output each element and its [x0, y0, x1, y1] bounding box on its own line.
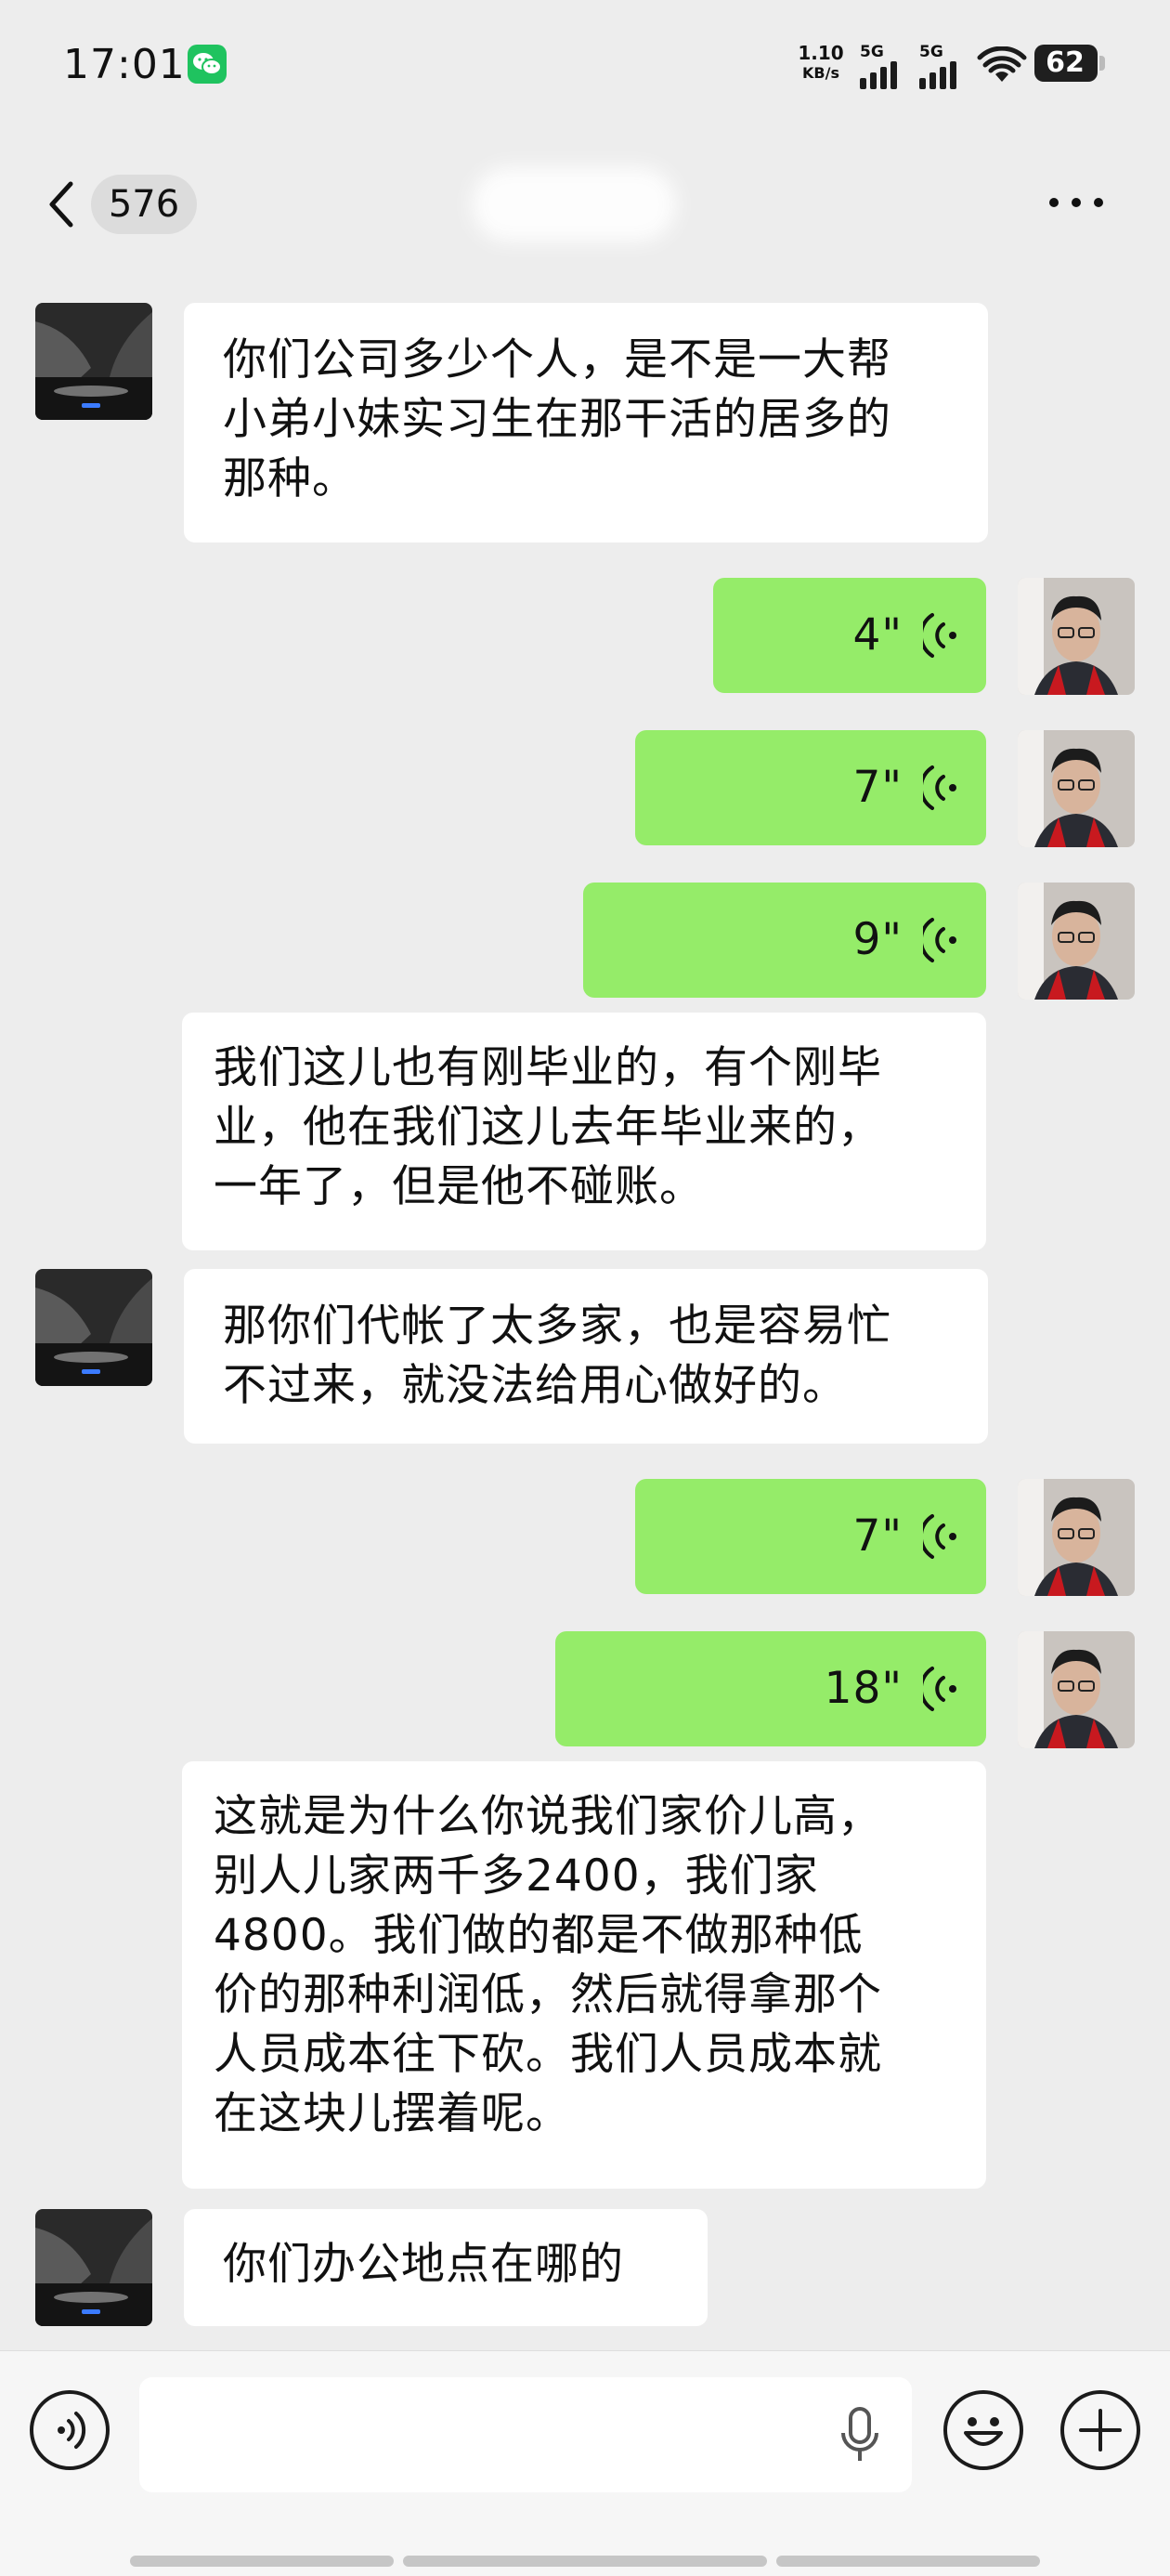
signal-2-bars-icon [919, 61, 956, 89]
battery-tip [1099, 56, 1105, 71]
signal-2-label: 5G [919, 43, 943, 61]
voice-message-bubble[interactable]: 9" [583, 883, 986, 998]
my-avatar[interactable] [1018, 883, 1135, 1000]
network-speed-unit: KB/s [802, 64, 839, 82]
message-text-line: 这就是为什么你说我们家价儿高， [214, 1791, 882, 1842]
voice-message-bubble[interactable]: 18" [555, 1631, 986, 1746]
chat-title-redacted [472, 167, 676, 242]
back-button[interactable] [37, 177, 93, 232]
contact-avatar[interactable] [35, 1269, 152, 1386]
message-text-line: 价的那种利润低，然后就得拿那个 [214, 1969, 882, 2020]
network-speed: 1.10 KB/s [795, 43, 847, 84]
my-avatar[interactable] [1018, 730, 1135, 847]
voice-duration: 4" [852, 609, 903, 660]
more-button[interactable] [1049, 195, 1114, 214]
home-indicator-segment [776, 2556, 1040, 2567]
voice-message-bubble[interactable]: 7" [635, 1479, 986, 1594]
message-text-line: 人员成本往下砍。我们人员成本就 [214, 2029, 882, 2080]
message-text-line: 那你们代帐了太多家，也是容易忙 [223, 1301, 891, 1352]
network-speed-value: 1.10 [798, 42, 844, 64]
chevron-left-icon [49, 181, 73, 228]
my-avatar[interactable] [1018, 1479, 1135, 1596]
message-text-line: 一年了，但是他不碰账。 [214, 1161, 704, 1212]
more-dot [1072, 198, 1081, 207]
voice-play-icon [923, 918, 956, 962]
wifi-icon [977, 46, 1027, 82]
plus-button[interactable] [1060, 2390, 1140, 2470]
voice-duration: 9" [852, 914, 903, 965]
voice-mode-icon [58, 2412, 86, 2449]
my-avatar[interactable] [1018, 578, 1135, 695]
message-bubble-received[interactable]: 那你们代帐了太多家，也是容易忙 不过来，就没法给用心做好的。 [184, 1269, 988, 1444]
message-text-line: 业，他在我们这儿去年毕业来的， [214, 1102, 882, 1153]
message-text-line: 不过来，就没法给用心做好的。 [223, 1360, 847, 1411]
home-indicator-segment [403, 2556, 767, 2567]
contact-avatar[interactable] [35, 303, 152, 420]
voice-message-bubble[interactable]: 7" [635, 730, 986, 845]
message-text-line: 4800。我们做的都是不做那种低 [214, 1910, 864, 1961]
more-dot [1049, 198, 1059, 207]
voice-play-icon [923, 1667, 956, 1711]
message-text-line: 那种。 [223, 453, 357, 504]
voice-play-icon [923, 1514, 956, 1559]
voice-play-icon [923, 765, 956, 810]
voice-duration: 7" [852, 1510, 903, 1562]
message-bubble-sent-text[interactable]: 这就是为什么你说我们家价儿高， 别人儿家两千多2400，我们家 4800。我们做… [182, 1761, 986, 2189]
message-bubble-received[interactable]: 你们公司多少个人，是不是一大帮 小弟小妹实习生在那干活的居多的 那种。 [184, 303, 988, 543]
my-avatar[interactable] [1018, 1631, 1135, 1748]
microphone-icon[interactable] [839, 2405, 880, 2466]
contact-avatar[interactable] [35, 2209, 152, 2326]
message-text-line: 你们公司多少个人，是不是一大帮 [223, 334, 891, 386]
chat-header: 576 [0, 139, 1170, 269]
status-bar: 17:01 1.10 KB/s 5G 5G 62 [0, 0, 1170, 130]
message-bubble-received[interactable]: 你们办公地点在哪的 [184, 2209, 708, 2326]
voice-mode-button[interactable] [30, 2390, 110, 2470]
wechat-icon [188, 45, 227, 84]
unread-count-badge[interactable]: 576 [91, 175, 197, 234]
message-text-line: 小弟小妹实习生在那干活的居多的 [223, 394, 891, 445]
message-bubble-sent-text[interactable]: 我们这儿也有刚毕业的，有个刚毕 业，他在我们这儿去年毕业来的， 一年了，但是他不… [182, 1013, 986, 1250]
voice-play-icon [923, 613, 956, 658]
signal-1-bars-icon [860, 61, 897, 89]
voice-duration: 7" [852, 762, 903, 813]
message-text-line: 我们这儿也有刚毕业的，有个刚毕 [214, 1042, 882, 1093]
emoji-button[interactable] [943, 2390, 1023, 2470]
message-text-line: 在这块儿摆着呢。 [214, 2088, 570, 2139]
status-time: 17:01 [63, 41, 186, 88]
voice-duration: 18" [824, 1663, 903, 1714]
more-dot [1094, 198, 1103, 207]
input-bar [0, 2350, 1170, 2576]
message-text-line: 你们办公地点在哪的 [223, 2239, 624, 2290]
battery-level: 62 [1046, 46, 1085, 79]
message-text-line: 别人儿家两千多2400，我们家 [214, 1850, 819, 1902]
home-indicator-segment [130, 2556, 394, 2567]
emoji-icon [964, 2417, 1003, 2446]
plus-icon [1079, 2409, 1122, 2452]
signal-1-label: 5G [860, 43, 884, 61]
message-input[interactable] [139, 2377, 912, 2492]
voice-message-bubble[interactable]: 4" [713, 578, 986, 693]
battery-indicator: 62 [1034, 45, 1105, 82]
